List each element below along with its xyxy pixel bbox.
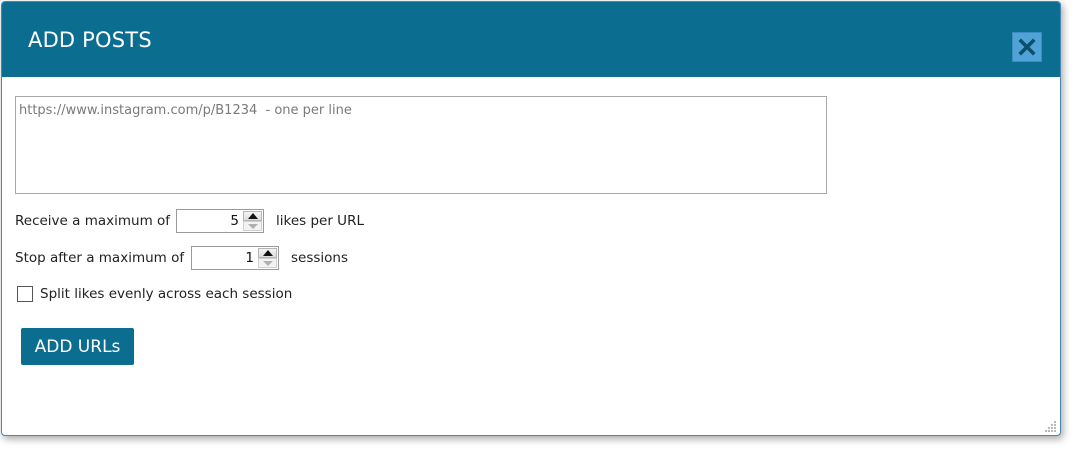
- arrow-down-icon: [248, 224, 258, 229]
- dialog-title: ADD POSTS: [28, 28, 152, 52]
- sessions-suffix-label: sessions: [291, 250, 349, 266]
- post-urls-textarea[interactable]: [15, 96, 827, 194]
- likes-suffix-label: likes per URL: [276, 213, 364, 229]
- arrow-up-icon: [248, 213, 258, 219]
- close-button[interactable]: [1012, 32, 1042, 62]
- add-urls-button[interactable]: ADD URLs: [21, 328, 134, 365]
- close-x-icon: [1018, 38, 1036, 56]
- arrow-up-icon: [263, 250, 273, 256]
- sessions-increment-button[interactable]: [258, 248, 277, 258]
- arrow-down-icon: [263, 261, 273, 266]
- likes-per-url-stepper[interactable]: 5: [176, 209, 264, 233]
- likes-prefix-label: Receive a maximum of: [15, 213, 171, 229]
- sessions-decrement-button[interactable]: [258, 258, 277, 268]
- likes-per-url-value: 5: [230, 213, 239, 229]
- dialog-header: ADD POSTS: [2, 2, 1060, 77]
- resize-grip-icon[interactable]: [1045, 420, 1057, 432]
- max-sessions-stepper[interactable]: 1: [191, 246, 279, 270]
- sessions-prefix-label: Stop after a maximum of: [15, 250, 185, 266]
- likes-decrement-button[interactable]: [243, 221, 262, 231]
- max-sessions-value: 1: [245, 250, 254, 266]
- likes-spin-buttons: [243, 211, 262, 231]
- split-evenly-checkbox[interactable]: [17, 286, 33, 302]
- add-posts-dialog: ADD POSTS Receive a maximum of 5 likes p…: [1, 1, 1061, 436]
- sessions-spin-buttons: [258, 248, 277, 268]
- split-evenly-label[interactable]: Split likes evenly across each session: [40, 285, 292, 303]
- likes-increment-button[interactable]: [243, 211, 262, 221]
